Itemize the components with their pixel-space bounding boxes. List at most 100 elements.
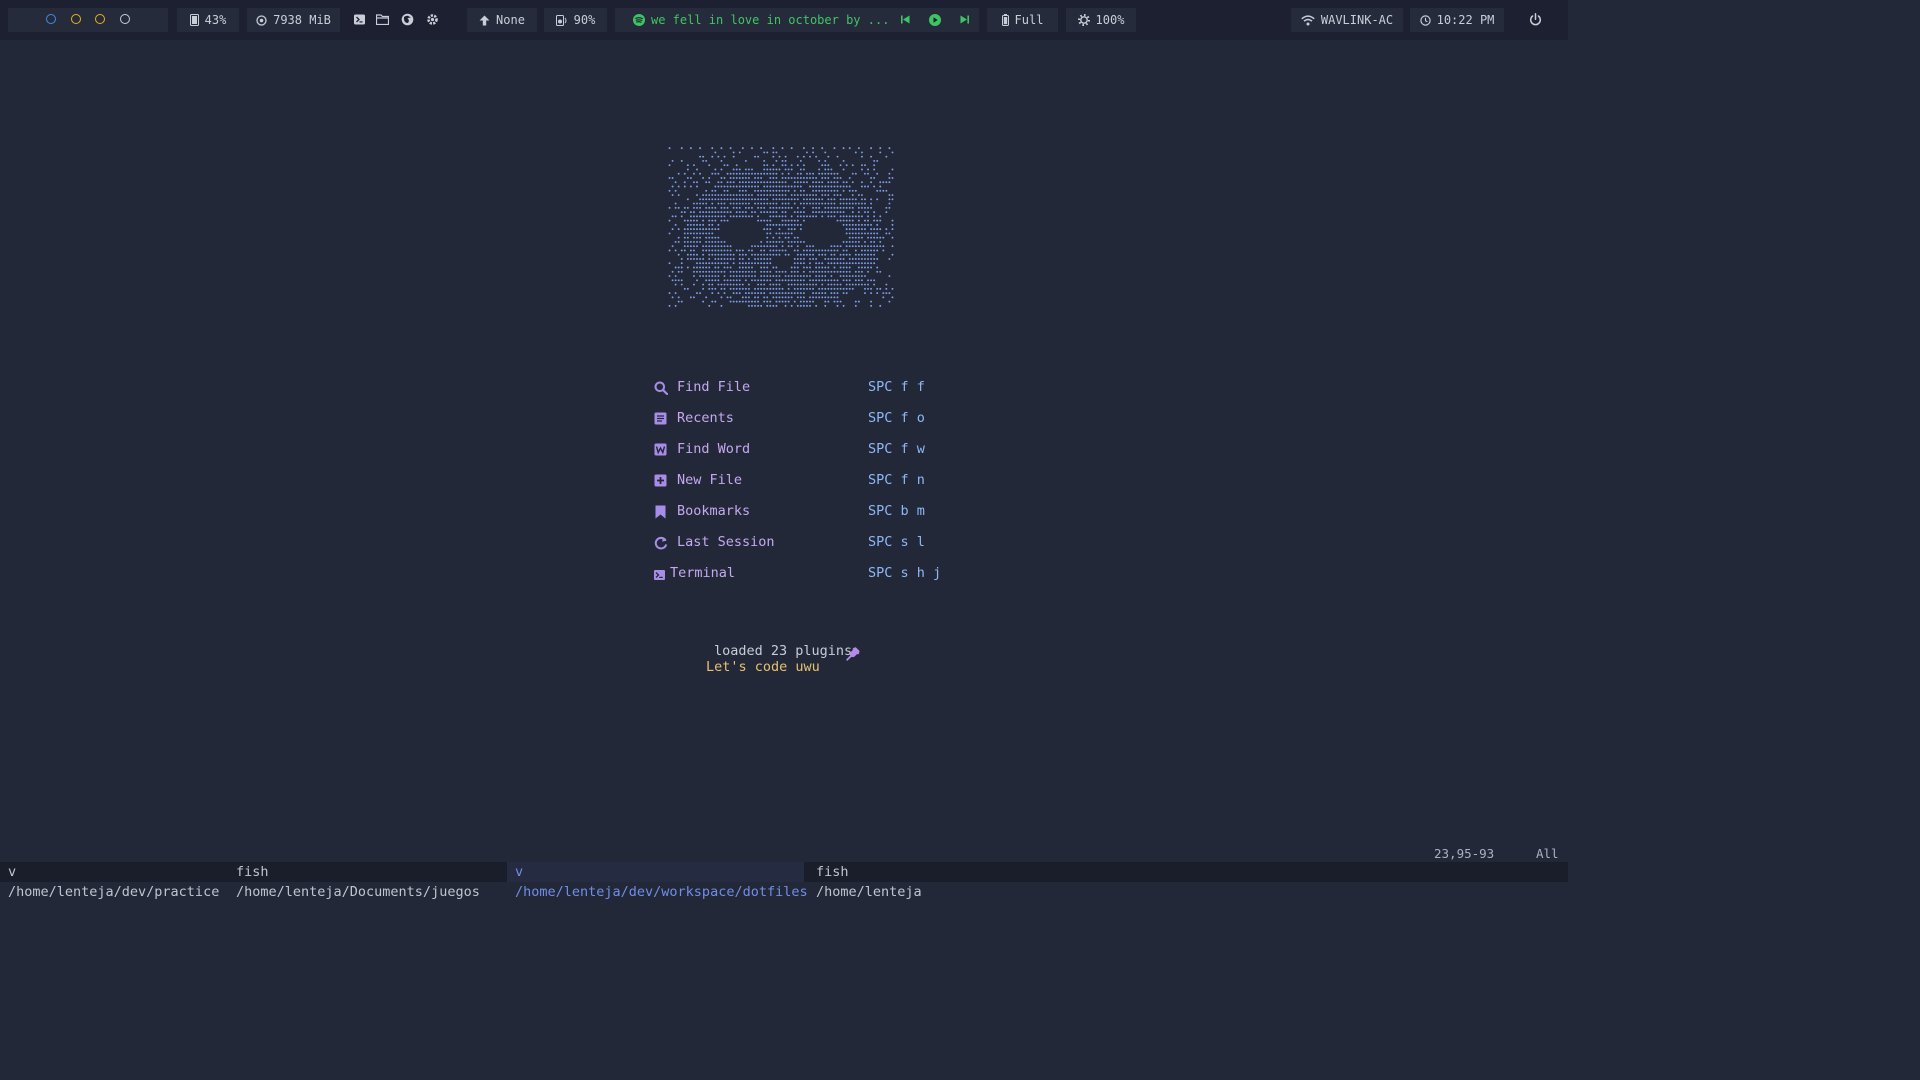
logo-dot — [683, 245, 686, 248]
logo-dot — [717, 185, 720, 188]
logo-dot — [793, 270, 796, 273]
logo-dot — [891, 151, 894, 154]
tab-practice[interactable]: v /home/lenteja/dev/practice — [0, 862, 226, 900]
logo-dot — [802, 147, 805, 150]
menu-item-new-file[interactable]: New File SPC f n — [654, 471, 954, 493]
power-icon[interactable] — [1529, 13, 1542, 26]
logo-dot — [760, 181, 763, 184]
logo-dot — [821, 287, 824, 290]
next-track-icon[interactable] — [960, 15, 969, 24]
menu-item-find-file[interactable]: Find File SPC f f — [654, 378, 954, 400]
logo-dot — [836, 249, 839, 252]
logo-dot — [821, 172, 824, 175]
workspace-4-indicator[interactable] — [120, 14, 130, 24]
logo-dot — [845, 240, 848, 243]
logo-dot — [827, 300, 830, 303]
logo-dot — [717, 283, 720, 286]
logo-dot — [824, 266, 827, 269]
folder-launcher-icon[interactable] — [376, 14, 389, 25]
logo-dot — [781, 296, 784, 299]
logo-dot — [839, 211, 842, 214]
logo-dot — [708, 270, 711, 273]
logo-dot — [809, 262, 811, 265]
logo-dot — [784, 292, 787, 295]
logo-dot — [864, 245, 866, 248]
menu-item-bookmarks[interactable]: Bookmarks SPC b m — [654, 502, 954, 524]
logo-dot — [888, 206, 891, 209]
logo-dot — [796, 155, 799, 158]
logo-dot — [720, 270, 723, 273]
logo-dot — [790, 292, 793, 295]
logo-dot — [809, 304, 811, 307]
logo-dot — [793, 177, 796, 179]
logo-dot — [766, 236, 769, 239]
logo-dot — [720, 262, 723, 265]
logo-dot — [693, 211, 695, 214]
logo-dot — [781, 219, 784, 222]
logo-dot — [833, 245, 836, 248]
logo-dot — [854, 279, 857, 282]
logo-dot — [738, 262, 741, 265]
workspace-2-indicator[interactable] — [71, 14, 81, 24]
tab-dotfiles[interactable]: v /home/lenteja/dev/workspace/dotfiles — [507, 862, 808, 900]
logo-dot — [677, 172, 680, 175]
logo-dot — [851, 283, 854, 286]
previous-track-icon[interactable] — [901, 15, 910, 24]
logo-dot — [842, 292, 845, 295]
logo-dot — [769, 253, 772, 256]
firefox-launcher-icon[interactable] — [401, 13, 414, 26]
logo-dot — [744, 172, 747, 175]
logo-dot — [799, 262, 802, 265]
logo-dot — [699, 147, 702, 150]
clock-widget[interactable]: 10:22 PM — [1410, 8, 1504, 32]
logo-dot — [668, 206, 671, 209]
logo-dot — [763, 283, 766, 286]
workspace-1-indicator[interactable] — [46, 14, 56, 24]
logo-dot — [787, 283, 790, 286]
logo-dot — [717, 155, 720, 158]
logo-dot — [772, 275, 775, 277]
logo-dot — [772, 189, 775, 192]
logo-dot — [790, 232, 793, 235]
logo-dot — [778, 206, 781, 209]
network-speed-widget[interactable]: None — [467, 8, 537, 32]
logo-dot — [741, 262, 744, 265]
storage-widget[interactable]: 43% — [177, 8, 239, 32]
menu-item-recents[interactable]: Recents SPC f o — [654, 409, 954, 431]
logo-dot — [796, 292, 799, 295]
logo-dot — [726, 258, 729, 260]
logo-dot — [766, 258, 769, 260]
logo-dot — [751, 147, 753, 150]
terminal-launcher-icon[interactable] — [354, 14, 365, 25]
wifi-widget[interactable]: WAVLINK-AC — [1291, 8, 1403, 32]
logo-dot — [754, 292, 756, 295]
memory-widget[interactable]: 7938 MiB — [247, 8, 340, 32]
logo-dot — [738, 172, 741, 175]
logo-dot — [824, 194, 827, 196]
logo-dot — [839, 202, 842, 205]
logo-dot — [809, 249, 811, 252]
menu-item-find-word[interactable]: Find Word SPC f w — [654, 440, 954, 462]
tab-home[interactable]: fish /home/lenteja — [808, 862, 958, 900]
play-icon[interactable] — [929, 14, 941, 26]
top-bar: 43% 7938 MiB None 90% we fell in love in… — [0, 0, 1568, 40]
menu-item-last-session[interactable]: Last Session SPC s l — [654, 533, 954, 555]
logo-dot — [714, 245, 717, 248]
tab-juegos[interactable]: fish /home/lenteja/Documents/juegos — [228, 862, 504, 900]
battery-widget[interactable]: Full — [987, 8, 1058, 32]
media-title[interactable]: we fell in love in october by ... — [651, 13, 889, 27]
logo-dot — [754, 177, 756, 179]
logo-dot — [769, 292, 772, 295]
logo-dot — [720, 249, 723, 252]
logo-dot — [760, 202, 763, 205]
logo-dot — [751, 300, 753, 303]
volume-widget[interactable]: 90% — [544, 8, 607, 32]
brightness-widget[interactable]: 100% — [1066, 8, 1136, 32]
logo-dot — [851, 262, 854, 265]
logo-dot — [717, 211, 720, 214]
menu-item-terminal[interactable]: Terminal SPC s h j — [654, 564, 954, 586]
settings-launcher-icon[interactable] — [426, 13, 439, 26]
workspace-3-indicator[interactable] — [95, 14, 105, 24]
logo-dot — [812, 172, 815, 175]
logo-dot — [876, 232, 879, 235]
